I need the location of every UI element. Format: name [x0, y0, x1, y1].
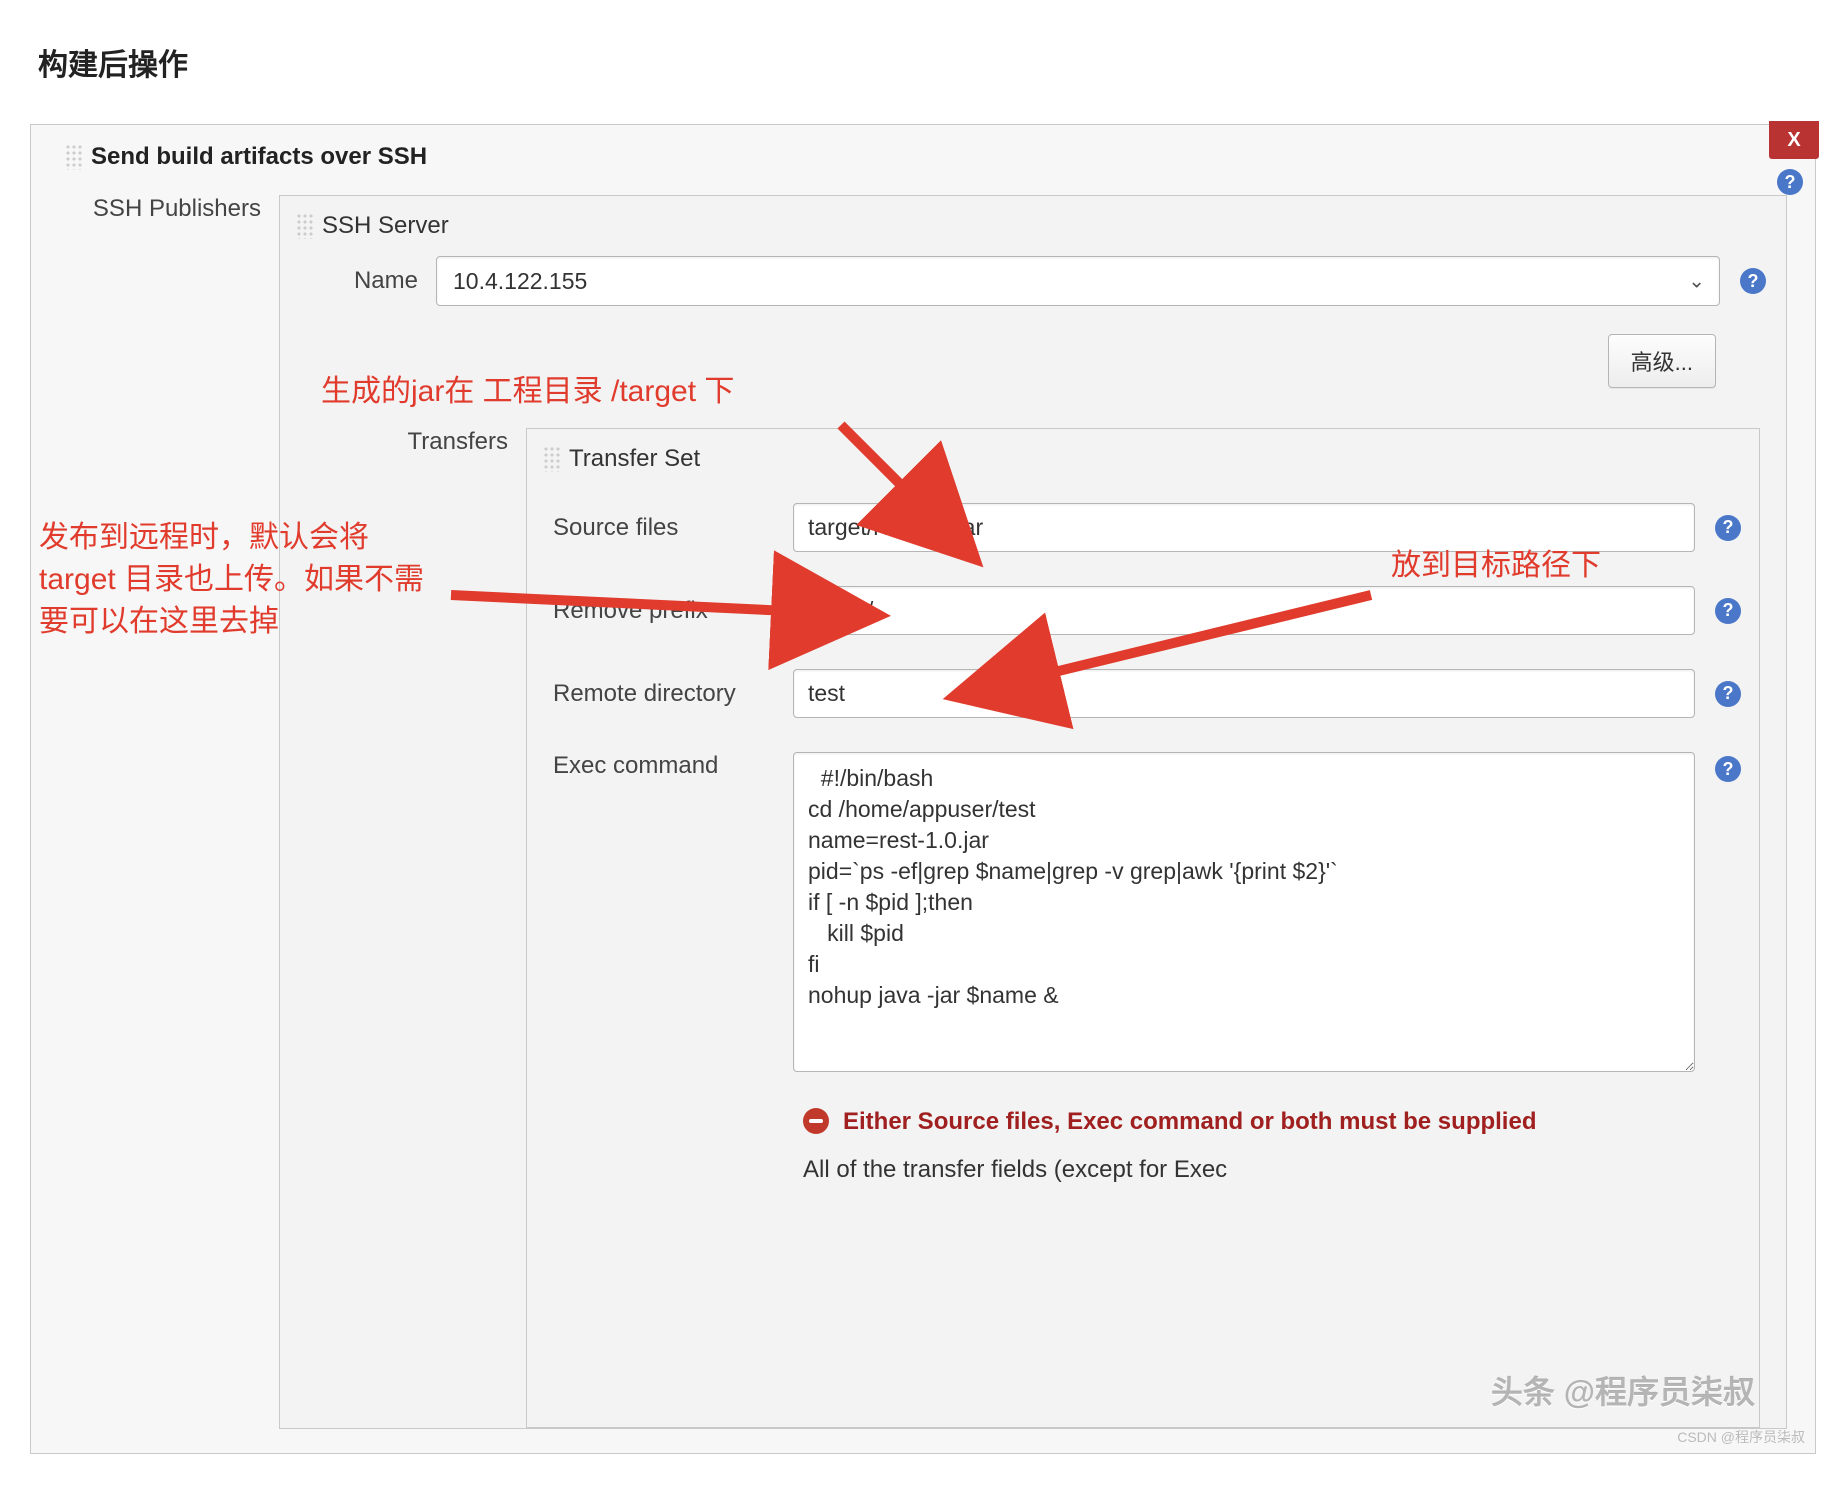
exec-command-label: Exec command [543, 752, 793, 780]
remote-directory-input[interactable] [793, 669, 1695, 718]
source-files-label: Source files [543, 514, 793, 542]
transfer-set-label: Transfer Set [569, 445, 700, 473]
validation-error: Either Source files, Exec command or bot… [803, 1106, 1695, 1138]
help-icon[interactable]: ? [1715, 598, 1741, 624]
exec-command-textarea[interactable] [793, 752, 1695, 1072]
page-title: 构建后操作 [0, 0, 1836, 114]
watermark-headline: 头条 @程序员柒叔 [1491, 1367, 1755, 1413]
remove-prefix-input[interactable] [793, 586, 1695, 635]
remote-directory-label: Remote directory [543, 680, 793, 708]
ssh-publishers-label: SSH Publishers [49, 195, 279, 223]
ssh-publishers-panel: SSH Server Name 10.4.122.155 ⌄ ? 高级... T… [279, 195, 1787, 1429]
help-icon[interactable]: ? [1715, 756, 1741, 782]
help-icon[interactable]: ? [1715, 515, 1741, 541]
ssh-server-name-select[interactable]: 10.4.122.155 ⌄ [436, 256, 1720, 306]
ssh-server-name-value: 10.4.122.155 [453, 268, 587, 295]
close-button[interactable]: X [1769, 121, 1819, 159]
chevron-down-icon: ⌄ [1688, 269, 1705, 294]
drag-handle-icon[interactable] [65, 144, 83, 170]
transfer-fields-note: All of the transfer fields (except for E… [803, 1156, 1741, 1184]
source-files-input[interactable] [793, 503, 1695, 552]
watermark-csdn: CSDN @程序员柒叔 [1677, 1427, 1805, 1447]
drag-handle-icon[interactable] [296, 213, 314, 239]
help-icon[interactable]: ? [1777, 169, 1803, 195]
transfer-set-panel: Transfer Set Source files ? Remove prefi… [526, 428, 1760, 1428]
ssh-server-label: SSH Server [322, 212, 449, 240]
transfers-label: Transfers [296, 428, 526, 1428]
advanced-button[interactable]: 高级... [1608, 334, 1716, 388]
help-icon[interactable]: ? [1715, 681, 1741, 707]
name-label: Name [296, 267, 436, 295]
post-build-step-panel: X ? Send build artifacts over SSH SSH Pu… [30, 124, 1816, 1454]
error-icon [803, 1108, 829, 1134]
drag-handle-icon[interactable] [543, 446, 561, 472]
remove-prefix-label: Remove prefix [543, 597, 793, 625]
section-title: Send build artifacts over SSH [91, 143, 427, 171]
help-icon[interactable]: ? [1740, 268, 1766, 294]
error-text: Either Source files, Exec command or bot… [843, 1106, 1536, 1138]
